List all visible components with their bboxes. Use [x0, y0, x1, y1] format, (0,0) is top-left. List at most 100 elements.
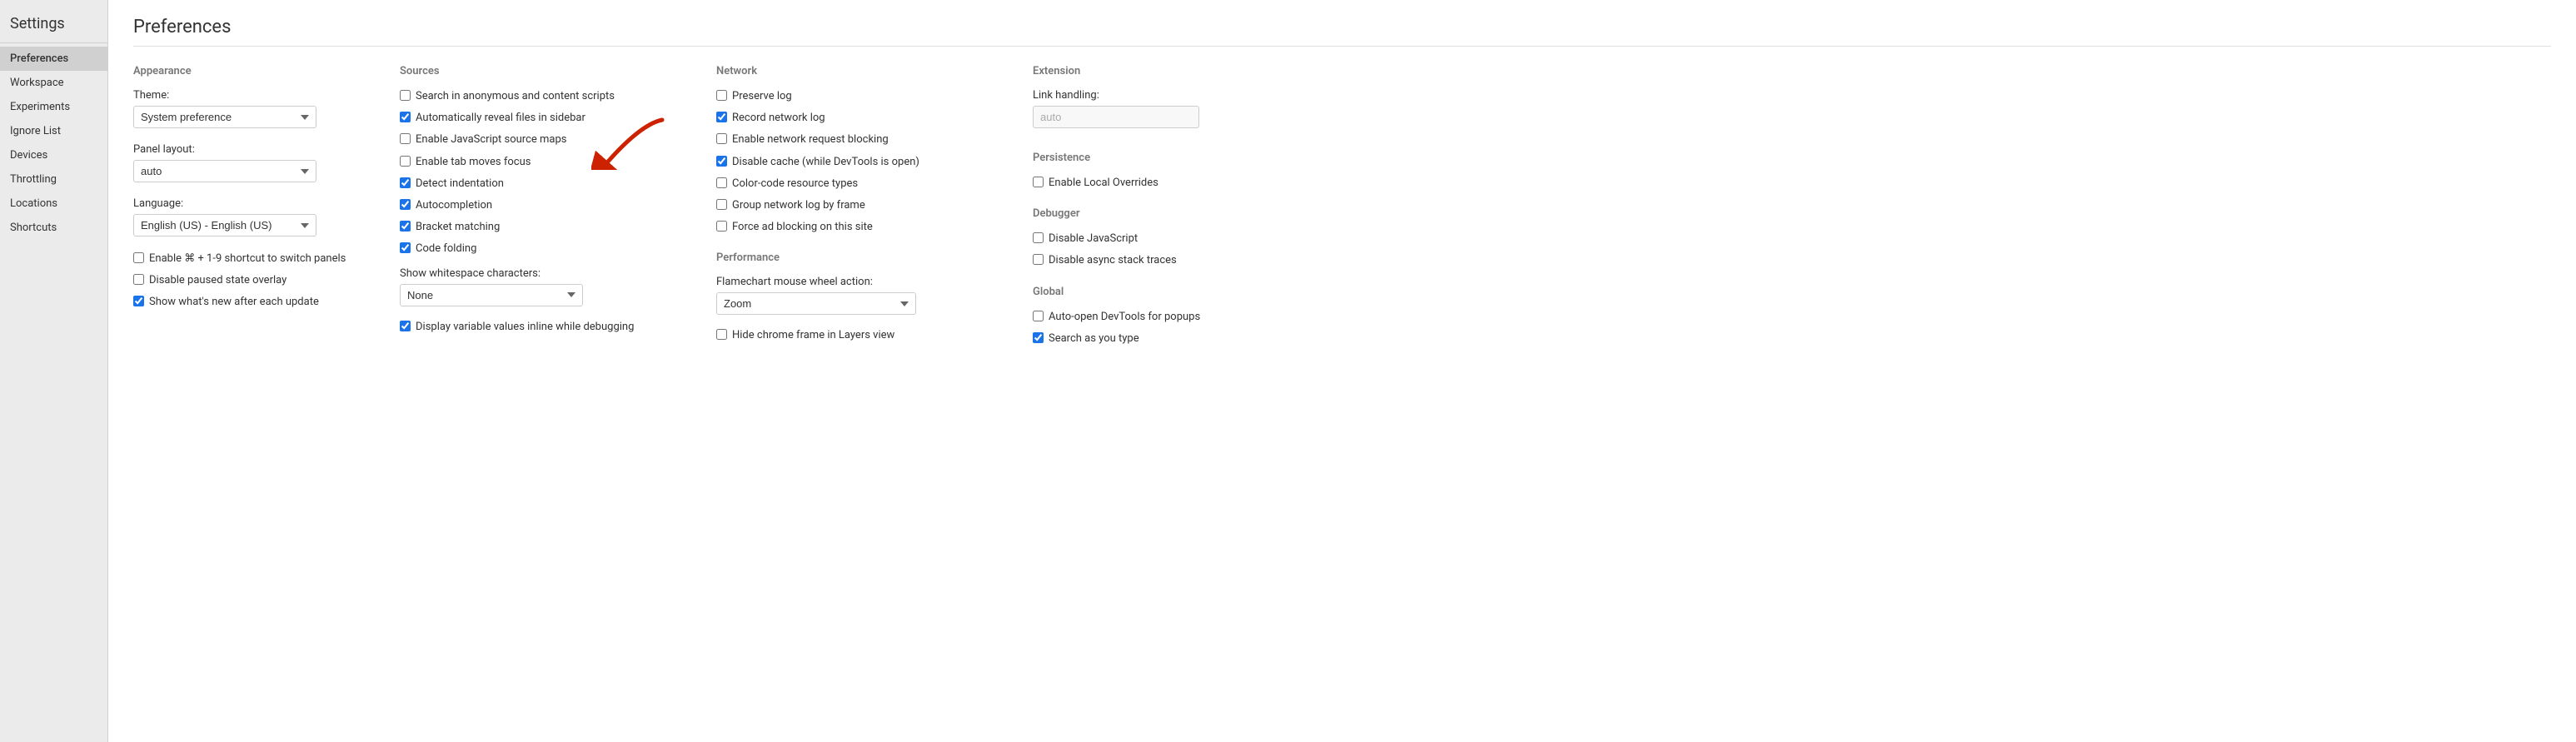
checkbox-preserve-log-input[interactable] [716, 90, 727, 101]
theme-select[interactable]: System preference Light Dark [133, 106, 316, 128]
checkbox-auto-open-label[interactable]: Auto-open DevTools for popups [1049, 310, 1200, 325]
checkbox-code-folding: Code folding [400, 242, 683, 256]
checkbox-group-frame-input[interactable] [716, 199, 727, 210]
checkbox-disable-cache-input[interactable] [716, 156, 727, 167]
appearance-section-title: Appearance [133, 65, 366, 77]
checkbox-disable-overlay: Disable paused state overlay [133, 273, 366, 288]
checkbox-detect-indent-input[interactable] [400, 177, 411, 188]
appearance-section: Appearance Theme: System preference Ligh… [133, 63, 366, 353]
checkbox-disable-async-input[interactable] [1033, 254, 1044, 265]
checkbox-auto-open-input[interactable] [1033, 311, 1044, 321]
checkbox-network-blocking-input[interactable] [716, 133, 727, 144]
checkbox-local-overrides-input[interactable] [1033, 177, 1044, 187]
checkbox-reveal-files-label[interactable]: Automatically reveal files in sidebar [416, 111, 585, 126]
checkbox-reveal-files-input[interactable] [400, 112, 411, 122]
settings-grid: Appearance Theme: System preference Ligh… [133, 63, 2551, 353]
checkbox-autocompletion-input[interactable] [400, 199, 411, 210]
page-title: Preferences [133, 17, 2551, 47]
sidebar-item-ignore-list[interactable]: Ignore List [0, 119, 107, 143]
checkbox-inline-debug-label[interactable]: Display variable values inline while deb… [416, 320, 634, 335]
checkbox-hide-chrome-frame-label[interactable]: Hide chrome frame in Layers view [732, 328, 894, 343]
checkbox-local-overrides-label[interactable]: Enable Local Overrides [1049, 176, 1158, 191]
checkbox-source-maps-label[interactable]: Enable JavaScript source maps [416, 132, 567, 147]
checkbox-cmd-switch-input[interactable] [133, 252, 144, 263]
language-select[interactable]: English (US) - English (US) [133, 214, 316, 237]
checkbox-force-ad-input[interactable] [716, 221, 727, 232]
sidebar-item-experiments[interactable]: Experiments [0, 95, 107, 119]
sidebar-item-locations[interactable]: Locations [0, 192, 107, 216]
main-content: Preferences Appearance Theme: System pre… [108, 0, 2576, 742]
theme-label: Theme: [133, 89, 366, 102]
checkbox-disable-cache-label[interactable]: Disable cache (while DevTools is open) [732, 155, 919, 170]
checkbox-group-frame-label[interactable]: Group network log by frame [732, 198, 865, 213]
checkbox-autocompletion-label[interactable]: Autocompletion [416, 198, 492, 213]
extension-section-title: Extension [1033, 65, 1266, 77]
persistence-subsection: Persistence Enable Local Overrides [1033, 152, 1266, 191]
checkbox-auto-open: Auto-open DevTools for popups [1033, 310, 1266, 325]
flamechart-select[interactable]: Zoom Scroll [716, 292, 916, 315]
debugger-section-title: Debugger [1033, 207, 1266, 220]
checkbox-cmd-switch: Enable ⌘ + 1-9 shortcut to switch panels [133, 251, 366, 266]
checkbox-cmd-switch-label[interactable]: Enable ⌘ + 1-9 shortcut to switch panels [149, 251, 346, 266]
flamechart-label: Flamechart mouse wheel action: [716, 276, 999, 288]
checkbox-tab-focus-input[interactable] [400, 156, 411, 167]
checkbox-record-log: Record network log [716, 111, 999, 126]
checkbox-detect-indent: Detect indentation [400, 177, 683, 192]
checkbox-show-whats-new-label[interactable]: Show what's new after each update [149, 295, 319, 310]
sources-section: Sources Search in anonymous and content … [400, 63, 683, 353]
checkbox-tab-focus-label[interactable]: Enable tab moves focus [416, 155, 531, 170]
sidebar-item-preferences[interactable]: Preferences [0, 47, 107, 71]
sidebar-item-throttling[interactable]: Throttling [0, 167, 107, 192]
checkbox-color-code-label[interactable]: Color-code resource types [732, 177, 858, 192]
checkbox-disable-js-input[interactable] [1033, 232, 1044, 243]
sidebar-item-shortcuts[interactable]: Shortcuts [0, 216, 107, 240]
checkbox-disable-overlay-input[interactable] [133, 274, 144, 285]
panel-layout-select[interactable]: auto horizontal vertical [133, 160, 316, 182]
performance-subsection: Performance Flamechart mouse wheel actio… [716, 251, 999, 343]
checkbox-code-folding-input[interactable] [400, 242, 411, 253]
link-handling-label: Link handling: [1033, 89, 1266, 102]
network-section-title: Network [716, 65, 999, 77]
checkbox-record-log-label[interactable]: Record network log [732, 111, 825, 126]
language-label: Language: [133, 197, 366, 210]
checkbox-hide-chrome-frame-input[interactable] [716, 329, 727, 340]
checkbox-search-type-input[interactable] [1033, 332, 1044, 343]
checkbox-disable-js-label[interactable]: Disable JavaScript [1049, 232, 1138, 247]
checkbox-color-code-input[interactable] [716, 177, 727, 188]
checkbox-hide-chrome-frame: Hide chrome frame in Layers view [716, 328, 999, 343]
checkbox-anon-search-label[interactable]: Search in anonymous and content scripts [416, 89, 615, 104]
right-column: Extension Link handling: Persistence Ena… [1033, 63, 1266, 353]
sidebar-item-devices[interactable]: Devices [0, 143, 107, 167]
checkbox-inline-debug: Display variable values inline while deb… [400, 320, 683, 335]
checkbox-disable-async-label[interactable]: Disable async stack traces [1049, 253, 1177, 268]
checkbox-network-blocking-label[interactable]: Enable network request blocking [732, 132, 889, 147]
checkbox-show-whats-new-input[interactable] [133, 296, 144, 306]
network-section: Network Preserve log Record network log … [716, 63, 999, 353]
checkbox-reveal-files: Automatically reveal files in sidebar [400, 111, 683, 126]
checkbox-tab-focus: Enable tab moves focus [400, 155, 683, 170]
checkbox-force-ad-label[interactable]: Force ad blocking on this site [732, 220, 873, 235]
checkbox-search-type-label[interactable]: Search as you type [1049, 331, 1139, 346]
sources-section-title: Sources [400, 65, 683, 77]
checkbox-autocompletion: Autocompletion [400, 198, 683, 213]
checkbox-inline-debug-input[interactable] [400, 321, 411, 331]
checkbox-disable-overlay-label[interactable]: Disable paused state overlay [149, 273, 286, 288]
checkbox-local-overrides: Enable Local Overrides [1033, 176, 1266, 191]
checkbox-color-code: Color-code resource types [716, 177, 999, 192]
checkbox-source-maps: Enable JavaScript source maps [400, 132, 683, 147]
sidebar-item-workspace[interactable]: Workspace [0, 71, 107, 95]
debugger-subsection: Debugger Disable JavaScript Disable asyn… [1033, 207, 1266, 268]
whitespace-select[interactable]: None All Trailing [400, 284, 583, 306]
checkbox-bracket-match-input[interactable] [400, 221, 411, 232]
checkbox-disable-cache: Disable cache (while DevTools is open) [716, 155, 999, 170]
checkbox-network-blocking: Enable network request blocking [716, 132, 999, 147]
checkbox-search-type: Search as you type [1033, 331, 1266, 346]
checkbox-preserve-log-label[interactable]: Preserve log [732, 89, 792, 104]
checkbox-bracket-match-label[interactable]: Bracket matching [416, 220, 500, 235]
checkbox-source-maps-input[interactable] [400, 133, 411, 144]
checkbox-record-log-input[interactable] [716, 112, 727, 122]
checkbox-anon-search-input[interactable] [400, 90, 411, 101]
checkbox-detect-indent-label[interactable]: Detect indentation [416, 177, 504, 192]
link-handling-input[interactable] [1033, 106, 1199, 128]
checkbox-code-folding-label[interactable]: Code folding [416, 242, 476, 256]
